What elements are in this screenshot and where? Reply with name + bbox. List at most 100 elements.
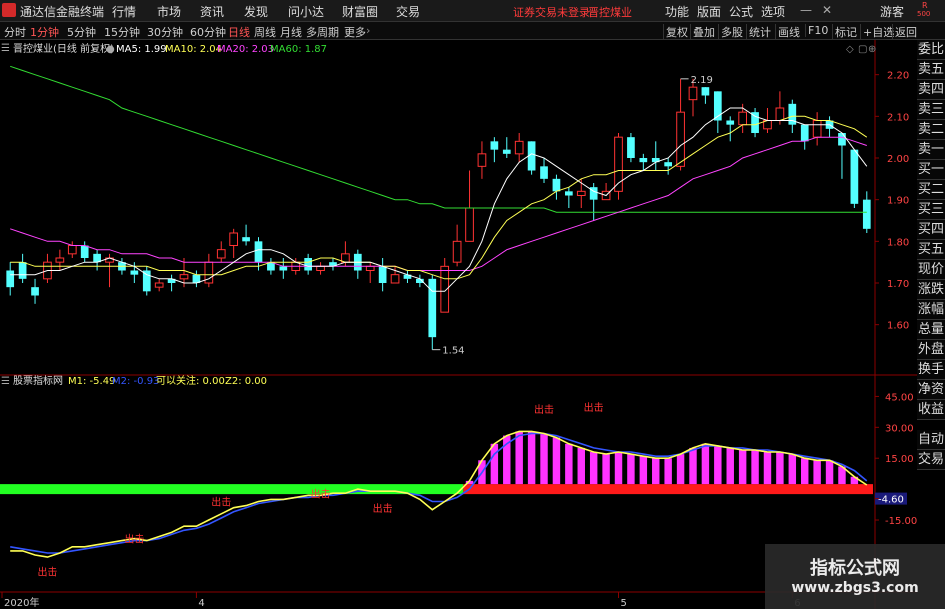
candle-body	[254, 241, 263, 263]
menu-zixun[interactable]: 资讯	[200, 3, 224, 20]
period-monthly[interactable]: 月线	[280, 24, 302, 40]
side-item-18[interactable]: 收益	[917, 400, 945, 420]
side-item-9[interactable]: 买四	[917, 220, 945, 240]
menu-caifuquan[interactable]: 财富圈	[342, 3, 378, 20]
signal-label: 出击	[584, 401, 604, 414]
signal-label: 出击	[211, 496, 231, 509]
signal-label: 出击	[37, 566, 57, 579]
biaoji-button[interactable]: 标记	[832, 24, 859, 40]
side-item-0[interactable]: 委比	[917, 40, 945, 60]
candle-body	[179, 274, 189, 280]
indicator-bar	[738, 449, 747, 485]
high-label: 2.19	[691, 75, 713, 86]
trade-login-notice[interactable]: 证券交易未登录	[513, 4, 590, 20]
side-item-6[interactable]: 买一	[917, 160, 945, 180]
side-item-2[interactable]: 卖四	[917, 80, 945, 100]
minimize-icon[interactable]: —	[800, 3, 812, 17]
menu-gongneng[interactable]: 功能	[665, 3, 689, 20]
candle-body	[216, 249, 226, 259]
add-watchlist-button[interactable]: +自选	[860, 24, 896, 40]
expand-icon[interactable]: ▢	[858, 44, 867, 55]
period-fenshi[interactable]: 分时	[4, 24, 26, 40]
main-chart-settings-icon[interactable]: ☰	[1, 43, 10, 54]
tongji-button[interactable]: 统计	[746, 24, 773, 40]
menu-wenxiaoda[interactable]: 问小达	[288, 3, 324, 20]
side-item-11[interactable]: 现价	[917, 260, 945, 280]
side-item-15[interactable]: 外盘	[917, 340, 945, 360]
low-label: 1.54	[442, 346, 464, 357]
f10-button[interactable]: F10	[805, 24, 830, 37]
candle-body	[18, 262, 27, 279]
side-item-20[interactable]: 交易	[917, 450, 945, 470]
side-item-16[interactable]: 换手	[917, 360, 945, 380]
stock-name-notice[interactable]: 晋控煤业	[588, 4, 632, 20]
indicator-bar	[664, 458, 672, 485]
side-item-17[interactable]: 净资	[917, 380, 945, 400]
side-item-19[interactable]: 自动	[917, 430, 945, 450]
period-1min[interactable]: 1分钟	[30, 24, 59, 40]
ma10-line	[10, 115, 868, 280]
menu-faxian[interactable]: 发现	[244, 3, 268, 20]
side-item-3[interactable]: 卖三	[917, 100, 945, 120]
side-item-14[interactable]: 总量	[917, 320, 945, 340]
candle-body	[639, 158, 648, 163]
indicator-bar	[788, 454, 797, 485]
candle-body	[31, 287, 39, 296]
menu-jiaoyi[interactable]: 交易	[396, 3, 420, 20]
side-item-4[interactable]: 卖二	[917, 120, 945, 140]
menu-shichang[interactable]: 市场	[157, 3, 181, 20]
candle-body	[775, 107, 785, 121]
candle-body	[428, 278, 437, 338]
indicator-bar	[726, 447, 734, 485]
fuquan-button[interactable]: 复权	[663, 24, 690, 40]
period-30min[interactable]: 30分钟	[147, 24, 183, 40]
candle-body	[514, 140, 524, 155]
signal-label: 出击	[373, 502, 393, 515]
period-daily[interactable]: 日线	[228, 24, 250, 40]
period-5min[interactable]: 5分钟	[67, 24, 96, 40]
period-more[interactable]: 更多	[344, 24, 366, 40]
period-15min[interactable]: 15分钟	[104, 24, 140, 40]
candle-body	[67, 245, 77, 255]
side-item-5[interactable]: 卖一	[917, 140, 945, 160]
indicator-bar	[776, 452, 784, 485]
back-button[interactable]: 返回	[892, 24, 919, 40]
duogu-button[interactable]: 多股	[718, 24, 745, 40]
candle-body	[676, 111, 685, 167]
side-item-7[interactable]: 买二	[917, 180, 945, 200]
candle-body	[242, 237, 250, 242]
diamond-icon[interactable]: ◇	[846, 44, 854, 55]
z2-label: Z2: 0.00	[225, 376, 267, 387]
candle-body	[812, 120, 822, 138]
side-item-8[interactable]: 买三	[917, 200, 945, 220]
m1-label: M1: -5.49	[68, 376, 115, 387]
indicator-bar	[490, 443, 499, 485]
period-multi[interactable]: 多周期	[306, 24, 339, 40]
signal-label: 出击	[124, 533, 144, 546]
guest-label[interactable]: 游客	[880, 3, 904, 20]
period-60min[interactable]: 60分钟	[190, 24, 226, 40]
price-tick: 1.90	[887, 196, 909, 207]
huaxian-button[interactable]: 画线	[775, 24, 802, 40]
menu-banmian[interactable]: 版面	[697, 3, 721, 20]
more-chevron-icon[interactable]: ›	[366, 24, 370, 37]
indicator-settings-icon[interactable]: ☰	[1, 376, 10, 387]
side-item-12[interactable]: 涨跌	[917, 280, 945, 300]
axis-ticks: 2.20 2.10 2.00 1.90 1.80 1.70 1.60 45.00 30.00 15…	[1, 71, 917, 609]
side-item-10[interactable]: 买五	[917, 240, 945, 260]
chart-area[interactable]: 出击出击出击出击出击出击 出击 2.202.102.001.901.801.701…	[0, 40, 917, 609]
candle-body	[279, 266, 288, 271]
menu-gongshi[interactable]: 公式	[729, 3, 753, 20]
menu-hangqing[interactable]: 行情	[112, 3, 136, 20]
side-item-13[interactable]: 涨幅	[917, 300, 945, 320]
close-icon[interactable]: ✕	[822, 3, 832, 17]
zoom-icon[interactable]: ⊕	[868, 44, 876, 55]
badge-r: R	[922, 1, 928, 10]
side-item-1[interactable]: 卖五	[917, 60, 945, 80]
period-weekly[interactable]: 周线	[254, 24, 276, 40]
candle-body	[800, 124, 809, 142]
app-logo-icon	[2, 3, 16, 17]
diejia-button[interactable]: 叠加	[690, 24, 717, 40]
indicator-series: 出击出击出击出击出击出击 出击	[0, 401, 873, 579]
menu-xuanxiang[interactable]: 选项	[761, 3, 785, 20]
